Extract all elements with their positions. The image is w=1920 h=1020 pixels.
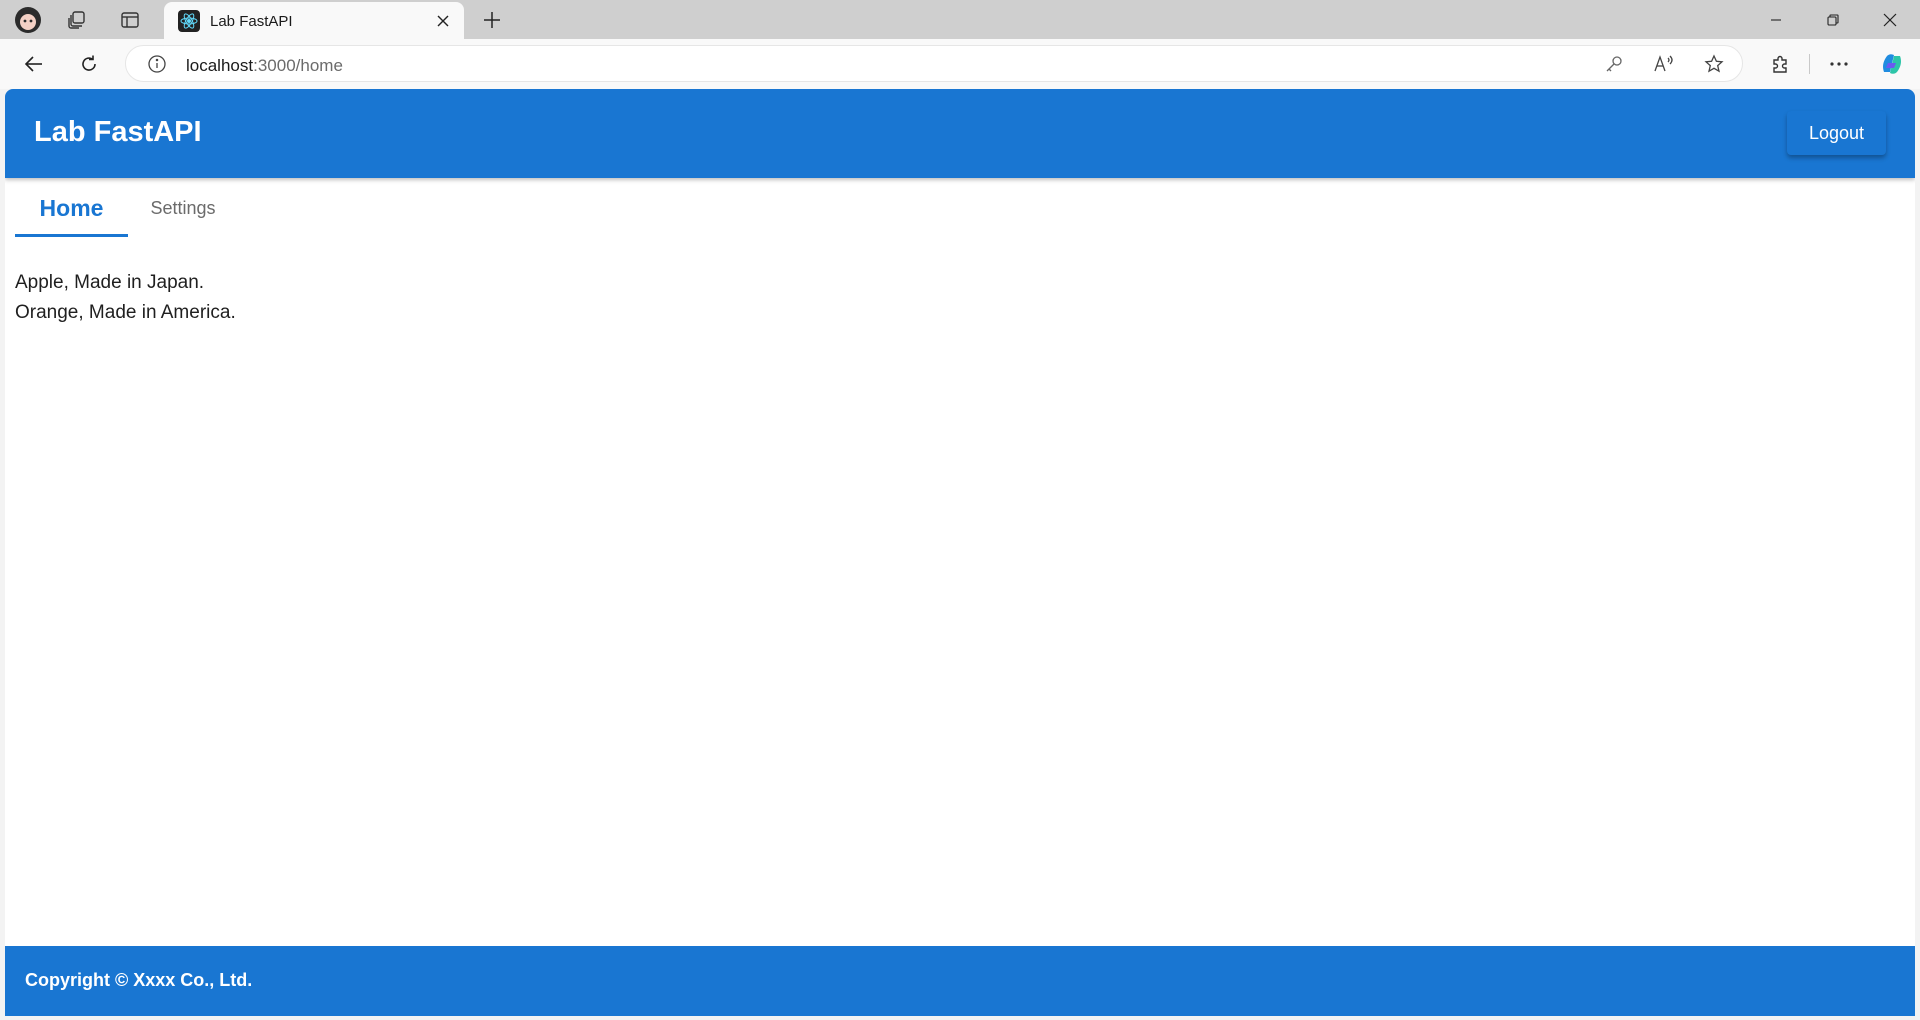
- url-path: :3000/home: [253, 56, 343, 75]
- refresh-icon[interactable]: [71, 46, 107, 82]
- read-aloud-icon[interactable]: [1649, 49, 1679, 79]
- browser-toolbar: localhost:3000/home: [0, 39, 1920, 89]
- workspaces-icon[interactable]: [59, 4, 95, 36]
- more-icon[interactable]: [1821, 46, 1857, 82]
- browser-tab-strip: Lab FastAPI: [0, 0, 1920, 39]
- restore-icon[interactable]: [1805, 0, 1861, 39]
- site-info-icon[interactable]: [142, 49, 172, 79]
- content-line: Orange, Made in America.: [15, 302, 236, 323]
- active-tab-indicator: [15, 234, 128, 237]
- content-line: Apple, Made in Japan.: [15, 272, 205, 293]
- toolbar-divider: [1809, 54, 1810, 74]
- react-favicon: [178, 10, 200, 32]
- url-host: localhost: [186, 56, 254, 75]
- app-bar: Lab FastAPI Logout: [5, 89, 1915, 178]
- profile-icon[interactable]: [10, 4, 46, 36]
- tab-settings[interactable]: Settings: [128, 178, 238, 238]
- close-icon[interactable]: [430, 8, 456, 34]
- footer: Copyright © Xxxx Co., Ltd.: [5, 946, 1915, 1016]
- main-content: Apple, Made in Japan. Orange, Made in Am…: [15, 268, 236, 328]
- new-tab-icon[interactable]: [474, 4, 510, 36]
- tab-actions-icon[interactable]: [112, 4, 148, 36]
- page-viewport: Lab FastAPI Logout Home Settings Apple, …: [5, 89, 1915, 1016]
- key-icon[interactable]: [1599, 49, 1629, 79]
- browser-tab-active[interactable]: Lab FastAPI: [164, 2, 464, 39]
- logout-button[interactable]: Logout: [1787, 111, 1886, 155]
- tab-title: Lab FastAPI: [210, 13, 293, 30]
- back-icon[interactable]: [16, 46, 52, 82]
- window-close-icon[interactable]: [1862, 0, 1918, 39]
- copilot-icon[interactable]: [1874, 46, 1910, 82]
- tab-home[interactable]: Home: [15, 178, 128, 238]
- favorite-star-icon[interactable]: [1699, 49, 1729, 79]
- extensions-icon[interactable]: [1762, 46, 1798, 82]
- footer-copyright: Copyright © Xxxx Co., Ltd.: [25, 970, 253, 990]
- app-title: Lab FastAPI: [34, 116, 202, 148]
- url-text[interactable]: localhost:3000/home: [186, 56, 343, 76]
- address-bar[interactable]: localhost:3000/home: [125, 45, 1743, 82]
- minimize-icon[interactable]: [1748, 0, 1804, 39]
